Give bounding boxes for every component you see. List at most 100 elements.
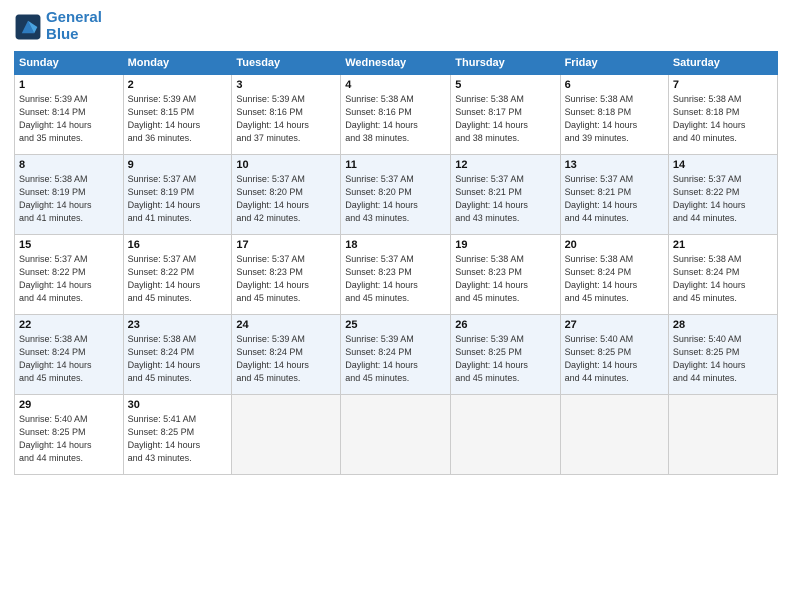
day-info: Sunrise: 5:39 AM Sunset: 8:14 PM Dayligh…: [19, 93, 119, 145]
calendar-cell: 25Sunrise: 5:39 AM Sunset: 8:24 PM Dayli…: [341, 315, 451, 395]
day-number: 5: [455, 79, 555, 91]
calendar-cell: [341, 395, 451, 475]
day-number: 7: [673, 79, 773, 91]
calendar-cell: 20 Sunrise: 5:38 AM Sunset: 8:24 PM Dayli…: [560, 235, 668, 315]
calendar-cell: 27 Sunrise: 5:40 AM Sunset: 8:25 PM Dayli…: [560, 315, 668, 395]
day-info: Sunrise: 5:38 AM Sunset: 8:18 PM Dayligh…: [673, 93, 773, 145]
calendar-cell: 29 Sunrise: 5:40 AM Sunset: 8:25 PM Dayli…: [15, 395, 124, 475]
calendar-cell: 6 Sunrise: 5:38 AM Sunset: 8:18 PM Daylig…: [560, 75, 668, 155]
calendar-cell: [232, 395, 341, 475]
calendar-cell: 7 Sunrise: 5:38 AM Sunset: 8:18 PM Daylig…: [668, 75, 777, 155]
day-number: 1: [19, 79, 119, 91]
calendar-header-saturday: Saturday: [668, 52, 777, 75]
calendar-header-tuesday: Tuesday: [232, 52, 341, 75]
day-number: 2: [128, 79, 228, 91]
day-info: Sunrise: 5:39 AM Sunset: 8:25 PM Dayligh…: [455, 333, 555, 385]
day-number: 6: [565, 79, 664, 91]
calendar-cell: 8 Sunrise: 5:38 AM Sunset: 8:19 PM Daylig…: [15, 155, 124, 235]
day-info: Sunrise: 5:37 AM Sunset: 8:23 PM Dayligh…: [236, 253, 336, 305]
day-number: 13: [565, 159, 664, 171]
calendar-cell: 30 Sunrise: 5:41 AM Sunset: 8:25 PM Dayli…: [123, 395, 232, 475]
day-info: Sunrise: 5:38 AM Sunset: 8:18 PM Dayligh…: [565, 93, 664, 145]
day-info: Sunrise: 5:38 AM Sunset: 8:19 PM Dayligh…: [19, 173, 119, 225]
day-number: 9: [128, 159, 228, 171]
day-number: 26: [455, 319, 555, 331]
calendar-cell: 22 Sunrise: 5:38 AM Sunset: 8:24 PM Dayli…: [15, 315, 124, 395]
day-number: 28: [673, 319, 773, 331]
day-number: 17: [236, 239, 336, 251]
calendar-cell: 28 Sunrise: 5:40 AM Sunset: 8:25 PM Dayli…: [668, 315, 777, 395]
calendar-cell: 26 Sunrise: 5:39 AM Sunset: 8:25 PM Dayli…: [451, 315, 560, 395]
day-number: 11: [345, 159, 446, 171]
calendar-cell: 1 Sunrise: 5:39 AM Sunset: 8:14 PM Daylig…: [15, 75, 124, 155]
day-info: Sunrise: 5:37 AM Sunset: 8:23 PM Dayligh…: [345, 253, 446, 305]
calendar-cell: 14Sunrise: 5:37 AM Sunset: 8:22 PM Dayli…: [668, 155, 777, 235]
day-number: 22: [19, 319, 119, 331]
day-info: Sunrise: 5:38 AM Sunset: 8:23 PM Dayligh…: [455, 253, 555, 305]
day-info: Sunrise: 5:37 AM Sunset: 8:21 PM Dayligh…: [565, 173, 664, 225]
day-number: 3: [236, 79, 336, 91]
calendar-cell: 4 Sunrise: 5:38 AM Sunset: 8:16 PM Daylig…: [341, 75, 451, 155]
calendar-cell: [560, 395, 668, 475]
calendar-cell: 5 Sunrise: 5:38 AM Sunset: 8:17 PM Daylig…: [451, 75, 560, 155]
day-number: 20: [565, 239, 664, 251]
calendar-cell: 3 Sunrise: 5:39 AM Sunset: 8:16 PM Daylig…: [232, 75, 341, 155]
day-info: Sunrise: 5:37 AM Sunset: 8:19 PM Dayligh…: [128, 173, 228, 225]
calendar-body: 1 Sunrise: 5:39 AM Sunset: 8:14 PM Daylig…: [15, 75, 778, 475]
calendar-header-wednesday: Wednesday: [341, 52, 451, 75]
day-info: Sunrise: 5:40 AM Sunset: 8:25 PM Dayligh…: [565, 333, 664, 385]
day-number: 4: [345, 79, 446, 91]
day-info: Sunrise: 5:37 AM Sunset: 8:20 PM Dayligh…: [345, 173, 446, 225]
logo-text: General Blue: [46, 10, 102, 43]
day-info: Sunrise: 5:37 AM Sunset: 8:20 PM Dayligh…: [236, 173, 336, 225]
day-info: Sunrise: 5:39 AM Sunset: 8:16 PM Dayligh…: [236, 93, 336, 145]
day-number: 23: [128, 319, 228, 331]
day-info: Sunrise: 5:37 AM Sunset: 8:22 PM Dayligh…: [128, 253, 228, 305]
day-number: 18: [345, 239, 446, 251]
day-info: Sunrise: 5:40 AM Sunset: 8:25 PM Dayligh…: [19, 413, 119, 465]
day-info: Sunrise: 5:41 AM Sunset: 8:25 PM Dayligh…: [128, 413, 228, 465]
logo: General Blue: [14, 10, 102, 43]
day-number: 29: [19, 399, 119, 411]
calendar-cell: 17 Sunrise: 5:37 AM Sunset: 8:23 PM Dayli…: [232, 235, 341, 315]
day-number: 27: [565, 319, 664, 331]
day-info: Sunrise: 5:40 AM Sunset: 8:25 PM Dayligh…: [673, 333, 773, 385]
logo-icon: [14, 13, 42, 41]
day-number: 16: [128, 239, 228, 251]
calendar-cell: [668, 395, 777, 475]
day-number: 14: [673, 159, 773, 171]
calendar-cell: 13 Sunrise: 5:37 AM Sunset: 8:21 PM Dayli…: [560, 155, 668, 235]
day-number: 24: [236, 319, 336, 331]
day-info: Sunrise: 5:38 AM Sunset: 8:17 PM Dayligh…: [455, 93, 555, 145]
calendar-cell: 21 Sunrise: 5:38 AM Sunset: 8:24 PM Dayli…: [668, 235, 777, 315]
day-number: 8: [19, 159, 119, 171]
calendar-cell: 9 Sunrise: 5:37 AM Sunset: 8:19 PM Daylig…: [123, 155, 232, 235]
page: General Blue SundayMondayTuesdayWednesda…: [0, 0, 792, 612]
day-number: 25: [345, 319, 446, 331]
day-info: Sunrise: 5:37 AM Sunset: 8:21 PM Dayligh…: [455, 173, 555, 225]
calendar-cell: [451, 395, 560, 475]
day-info: Sunrise: 5:38 AM Sunset: 8:16 PM Dayligh…: [345, 93, 446, 145]
day-info: Sunrise: 5:38 AM Sunset: 8:24 PM Dayligh…: [673, 253, 773, 305]
header: General Blue: [14, 10, 778, 43]
day-number: 15: [19, 239, 119, 251]
calendar-header-monday: Monday: [123, 52, 232, 75]
calendar-cell: 11 Sunrise: 5:37 AM Sunset: 8:20 PM Dayli…: [341, 155, 451, 235]
calendar-week-3: 15 Sunrise: 5:37 AM Sunset: 8:22 PM Dayli…: [15, 235, 778, 315]
day-info: Sunrise: 5:38 AM Sunset: 8:24 PM Dayligh…: [19, 333, 119, 385]
calendar-cell: 18 Sunrise: 5:37 AM Sunset: 8:23 PM Dayli…: [341, 235, 451, 315]
day-number: 21: [673, 239, 773, 251]
day-info: Sunrise: 5:39 AM Sunset: 8:15 PM Dayligh…: [128, 93, 228, 145]
calendar-header-row: SundayMondayTuesdayWednesdayThursdayFrid…: [15, 52, 778, 75]
calendar-week-4: 22 Sunrise: 5:38 AM Sunset: 8:24 PM Dayli…: [15, 315, 778, 395]
calendar-cell: 23Sunrise: 5:38 AM Sunset: 8:24 PM Dayli…: [123, 315, 232, 395]
calendar-week-5: 29 Sunrise: 5:40 AM Sunset: 8:25 PM Dayli…: [15, 395, 778, 475]
day-info: Sunrise: 5:39 AM Sunset: 8:24 PM Dayligh…: [236, 333, 336, 385]
calendar-cell: 10Sunrise: 5:37 AM Sunset: 8:20 PM Dayli…: [232, 155, 341, 235]
calendar-cell: 19Sunrise: 5:38 AM Sunset: 8:23 PM Dayli…: [451, 235, 560, 315]
day-info: Sunrise: 5:38 AM Sunset: 8:24 PM Dayligh…: [565, 253, 664, 305]
calendar-week-1: 1 Sunrise: 5:39 AM Sunset: 8:14 PM Daylig…: [15, 75, 778, 155]
day-number: 30: [128, 399, 228, 411]
calendar-cell: 15Sunrise: 5:37 AM Sunset: 8:22 PM Dayli…: [15, 235, 124, 315]
calendar-cell: 16 Sunrise: 5:37 AM Sunset: 8:22 PM Dayli…: [123, 235, 232, 315]
